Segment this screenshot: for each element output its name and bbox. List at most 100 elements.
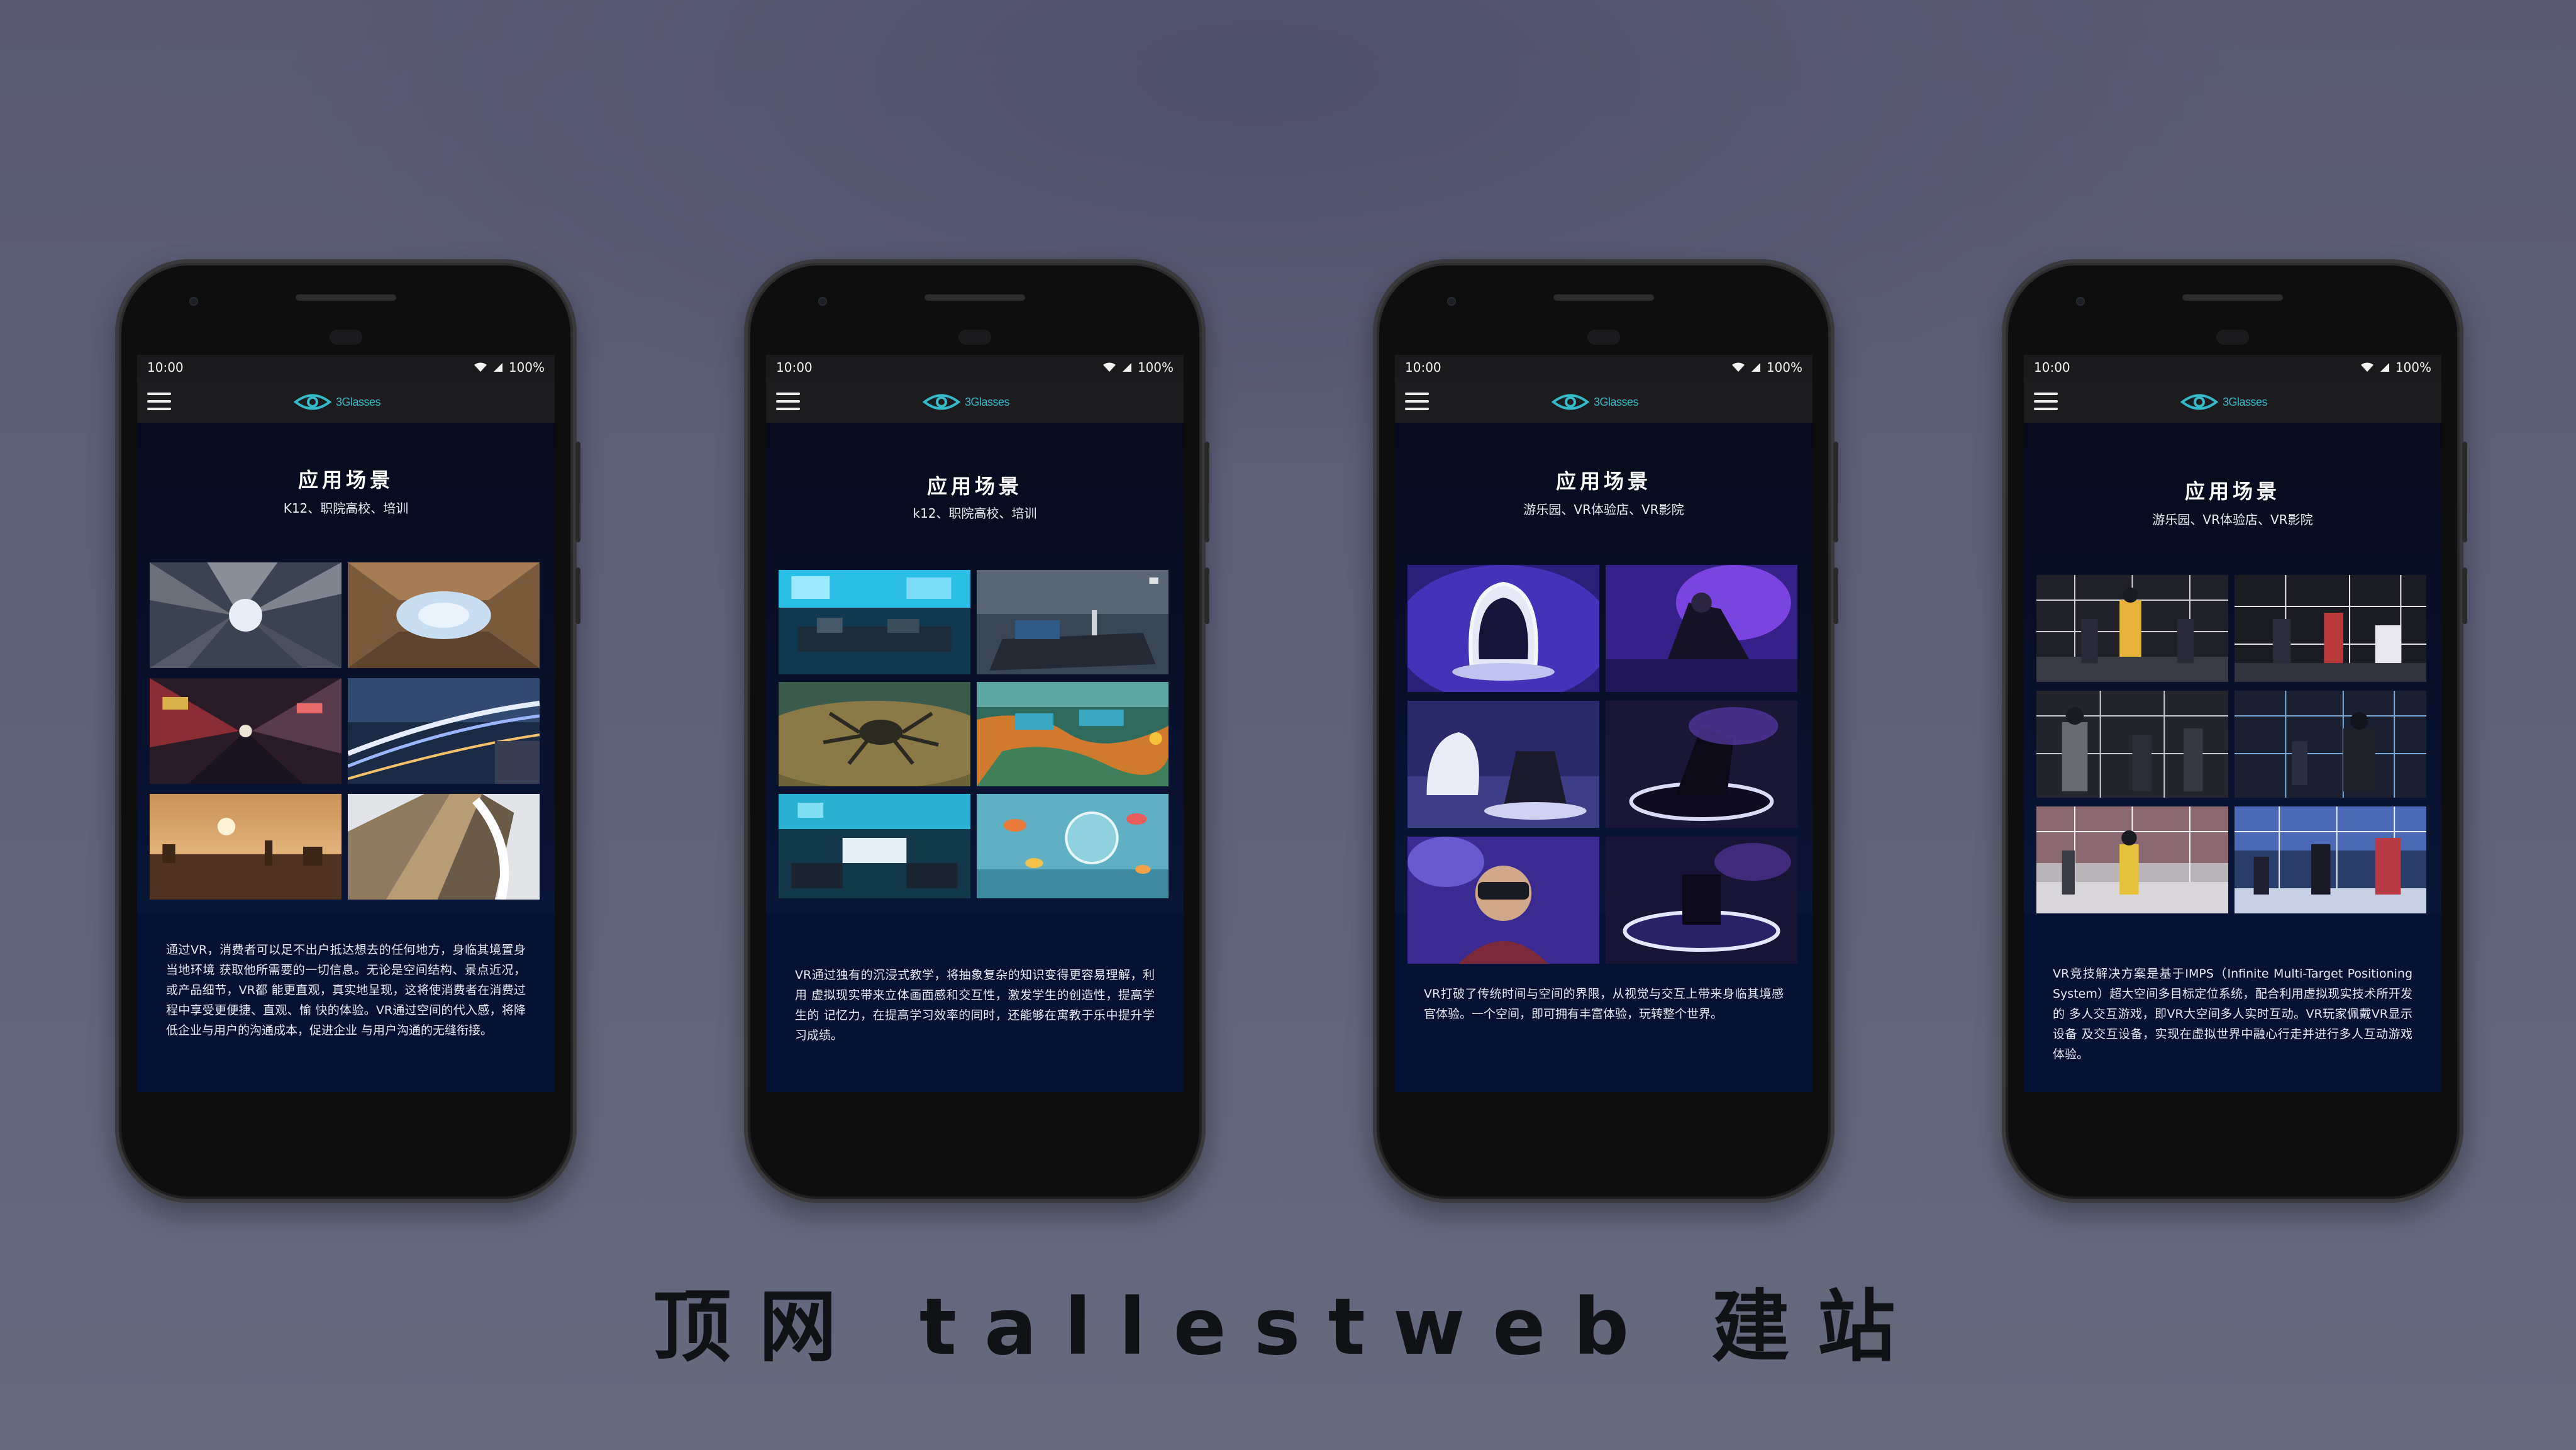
page-subtitle: k12、职院高校、培训: [913, 506, 1037, 521]
gallery-image-virtual-workbench[interactable]: [977, 570, 1169, 674]
hamburger-menu-icon[interactable]: [2034, 393, 2058, 410]
logo-text: 3Glasses: [1594, 395, 1639, 408]
volume-button: [2462, 442, 2467, 542]
earpiece-speaker: [296, 294, 396, 301]
signal-icon: [1751, 363, 1760, 372]
gallery-image-vr-arena-2[interactable]: [2235, 575, 2426, 682]
gallery-image-crab[interactable]: [779, 682, 970, 786]
gallery-image-vr-recliner[interactable]: [1606, 565, 1797, 692]
image-gallery: [2036, 575, 2426, 913]
gallery-image-vr-arena-3[interactable]: [2036, 691, 2228, 798]
battery-level: 100%: [1766, 360, 1802, 375]
phone-mockup-1: 10:00 100% 3Glasses 应用场景 K12、职院高校、培训 通过V…: [115, 259, 580, 1203]
gallery-image-underwater-fish[interactable]: [977, 794, 1169, 898]
brand-logo[interactable]: 3Glasses: [2180, 393, 2268, 411]
gallery-image-vr-arena-4[interactable]: [2235, 691, 2426, 798]
logo-text: 3Glasses: [2223, 395, 2268, 408]
image-gallery: [150, 562, 540, 900]
description-text: VR打破了传统时间与空间的界限，从视觉与交互上带来身临其境感官体验。一个空间，即…: [1424, 987, 1784, 1021]
eye-logo-icon: [2180, 394, 2219, 410]
battery-level: 100%: [1137, 360, 1174, 375]
wifi-icon: [1731, 362, 1745, 372]
phone-screen[interactable]: 10:00 100% 3Glasses 应用场景 游乐园、VR体验店、VR影院: [1395, 355, 1813, 1092]
earpiece-speaker: [924, 294, 1025, 301]
gallery-image-vr-arena-5[interactable]: [2036, 806, 2228, 913]
power-button: [575, 567, 580, 624]
eye-logo-icon: [293, 394, 332, 410]
signal-icon: [493, 363, 502, 372]
status-time: 10:00: [2034, 360, 2070, 375]
gallery-image-neon-street[interactable]: [150, 678, 341, 784]
page-subtitle: K12、职院高校、培训: [283, 501, 409, 516]
description-text: 通过VR，消费者可以足不出户抵达想去的任何地方，身临其境置身当地环境 获取他所需…: [166, 943, 526, 1037]
footer-caption: 顶网 tallestweb 建站: [653, 1282, 1923, 1373]
hamburger-menu-icon[interactable]: [147, 393, 171, 410]
status-icons: 100%: [2360, 360, 2431, 375]
wifi-icon: [474, 362, 487, 372]
earpiece-speaker: [1553, 294, 1654, 301]
gallery-image-map-panels[interactable]: [977, 682, 1169, 786]
status-time: 10:00: [147, 360, 184, 375]
front-camera-icon: [189, 297, 198, 306]
phone-mockup-4: 10:00 100% 3Glasses 应用场景 游乐园、VR体验店、VR影院: [2002, 259, 2467, 1203]
phone-mockup-2: 10:00 100% 3Glasses 应用场景 k12、职院高校、培训 VR通…: [744, 259, 1209, 1203]
status-bar: 10:00 100%: [766, 355, 1184, 380]
status-icons: 100%: [1731, 360, 1802, 375]
page-title: 应用场景: [1555, 469, 1652, 493]
gallery-image-glass-building[interactable]: [348, 794, 540, 900]
status-icons: 100%: [1102, 360, 1174, 375]
gallery-image-vr-motion-seats[interactable]: [1407, 701, 1599, 828]
signal-icon: [2380, 363, 2389, 372]
front-camera-icon: [1447, 297, 1456, 306]
proximity-sensor: [330, 330, 362, 345]
logo-text: 3Glasses: [965, 395, 1010, 408]
image-gallery: [1407, 565, 1797, 964]
brand-logo[interactable]: 3Glasses: [293, 393, 381, 411]
volume-button: [575, 442, 580, 542]
status-bar: 10:00 100%: [137, 355, 555, 380]
front-camera-icon: [2076, 297, 2085, 306]
hamburger-menu-icon[interactable]: [1405, 393, 1429, 410]
page-title: 应用场景: [297, 468, 394, 492]
hamburger-menu-icon[interactable]: [776, 393, 800, 410]
status-time: 10:00: [1405, 360, 1441, 375]
status-bar: 10:00 100%: [1395, 355, 1813, 380]
phone-screen[interactable]: 10:00 100% 3Glasses 应用场景 游乐园、VR体验店、VR影院: [2024, 355, 2441, 1092]
phone-screen[interactable]: 10:00 100% 3Glasses 应用场景 K12、职院高校、培训 通过V…: [137, 355, 555, 1092]
gallery-image-sunset-city[interactable]: [150, 794, 341, 900]
gallery-image-light-trails[interactable]: [348, 678, 540, 784]
front-camera-icon: [818, 297, 827, 306]
proximity-sensor: [1587, 330, 1620, 345]
volume-button: [1833, 442, 1838, 542]
eye-logo-icon: [922, 394, 961, 410]
status-time: 10:00: [776, 360, 813, 375]
power-button: [1833, 567, 1838, 624]
gallery-image-vr-arena-6[interactable]: [2235, 806, 2426, 913]
brand-logo[interactable]: 3Glasses: [1551, 393, 1639, 411]
wifi-icon: [1102, 362, 1116, 372]
gallery-image-vr-arena-1[interactable]: [2036, 575, 2228, 682]
eye-logo-icon: [1551, 394, 1590, 410]
status-icons: 100%: [474, 360, 545, 375]
description-text: VR通过独有的沉浸式教学，将抽象复杂的知识变得更容易理解，利用 虚拟现实带来立体…: [795, 968, 1155, 1042]
gallery-image-courtyard-sky[interactable]: [348, 562, 540, 668]
gallery-image-vr-headset-user[interactable]: [1407, 837, 1599, 964]
gallery-image-vr-rotating-seat[interactable]: [1606, 701, 1797, 828]
page-title: 应用场景: [2184, 479, 2280, 503]
gallery-image-vr-egg-pod[interactable]: [1407, 565, 1599, 692]
gallery-image-virtual-lab[interactable]: [779, 570, 970, 674]
status-bar: 10:00 100%: [2024, 355, 2441, 380]
page-subtitle: 游乐园、VR体验店、VR影院: [2152, 512, 2313, 527]
image-gallery: [779, 570, 1169, 898]
brand-logo[interactable]: 3Glasses: [922, 393, 1010, 411]
wifi-icon: [2360, 362, 2373, 372]
description-text: VR竞技解决方案是基于IMPS（Infinite Multi-Target Po…: [2053, 967, 2412, 1061]
gallery-image-virtual-classroom[interactable]: [779, 794, 970, 898]
power-button: [2462, 567, 2467, 624]
gallery-image-vr-platform[interactable]: [1606, 837, 1797, 964]
gallery-image-city-skyscrapers[interactable]: [150, 562, 341, 668]
phone-mockup-3: 10:00 100% 3Glasses 应用场景 游乐园、VR体验店、VR影院: [1373, 259, 1838, 1203]
phone-screen[interactable]: 10:00 100% 3Glasses 应用场景 k12、职院高校、培训 VR通…: [766, 355, 1184, 1092]
volume-button: [1204, 442, 1209, 542]
app-header: 3Glasses: [2024, 380, 2441, 423]
